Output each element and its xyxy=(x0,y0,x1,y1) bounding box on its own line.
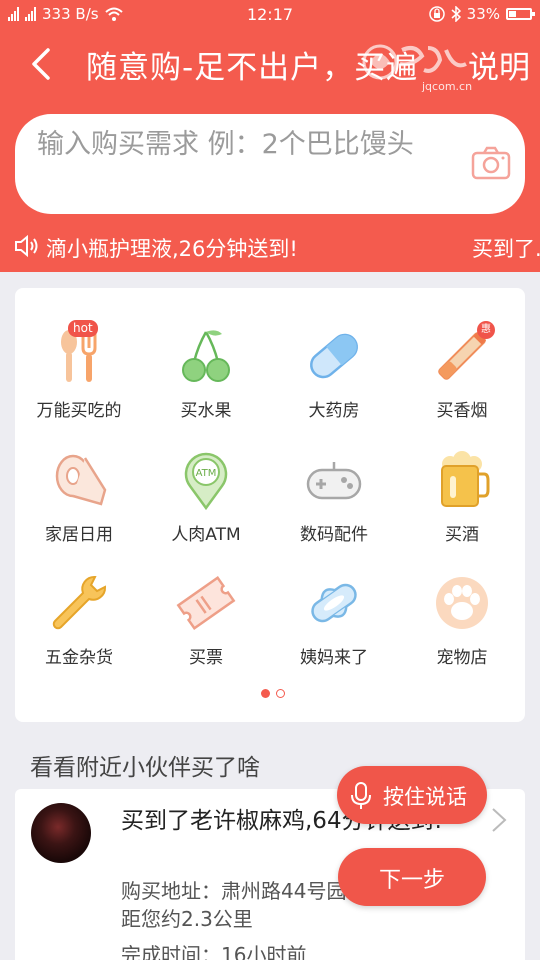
hot-badge: hot xyxy=(68,320,98,337)
order-time: 完成时间：16小时前 xyxy=(121,943,307,960)
category-pets[interactable]: 宠物店 xyxy=(398,573,526,683)
category-food[interactable]: 万能买吃的 xyxy=(15,326,143,436)
discount-badge: 惠 xyxy=(477,321,495,339)
status-right: 33% xyxy=(428,5,535,23)
status-bar: 333 B/s 12:17 33% xyxy=(0,0,540,30)
category-label: 买票 xyxy=(189,648,223,668)
category-digital[interactable]: 数码配件 xyxy=(270,450,398,560)
camera-icon[interactable] xyxy=(471,146,511,180)
category-label: 大药房 xyxy=(308,401,360,421)
page-dot-active[interactable] xyxy=(261,689,270,698)
battery-icon xyxy=(506,8,535,20)
search-placeholder: 输入购买需求 例：2个巴比馒头 xyxy=(37,129,414,160)
category-label: 家居日用 xyxy=(45,525,113,545)
svg-text:ATM: ATM xyxy=(196,468,217,479)
speaker-icon xyxy=(15,234,38,258)
ticket-icon xyxy=(176,576,236,630)
sanitary-pad-icon xyxy=(311,583,357,623)
category-feminine[interactable]: 姨妈来了 xyxy=(270,573,398,683)
category-label: 买酒 xyxy=(445,525,479,545)
watermark-text: jqcom.cn xyxy=(421,80,472,93)
pill-icon xyxy=(310,333,358,379)
search-input[interactable]: 输入购买需求 例：2个巴比馒头 xyxy=(15,114,525,214)
category-label: 姨妈来了 xyxy=(300,648,368,668)
microphone-icon xyxy=(351,782,371,809)
next-step-label: 下一步 xyxy=(378,868,445,893)
notice-message: 滴小瓶护理液,26分钟送到! xyxy=(46,237,298,261)
category-label: 人肉ATM xyxy=(171,525,241,545)
category-label: 数码配件 xyxy=(300,525,368,545)
lock-rotation-icon xyxy=(428,6,445,22)
category-label: 万能买吃的 xyxy=(36,401,122,421)
notice-message-next: 买到了... xyxy=(472,237,540,261)
category-alcohol[interactable]: 买酒 xyxy=(398,450,526,560)
beer-mug-icon xyxy=(441,451,490,507)
atm-pin-icon: ATM xyxy=(184,452,228,510)
wrench-icon xyxy=(52,576,106,630)
back-arrow-icon[interactable] xyxy=(24,44,64,84)
category-label: 买水果 xyxy=(180,401,232,421)
category-atm[interactable]: ATM 人肉ATM xyxy=(142,450,270,560)
category-tickets[interactable]: 买票 xyxy=(142,573,270,683)
section-title: 看看附近小伙伴买了啥 xyxy=(30,755,260,781)
gamepad-icon xyxy=(306,462,362,500)
battery-percent: 33% xyxy=(466,5,500,23)
category-label: 宠物店 xyxy=(436,648,488,668)
avatar[interactable] xyxy=(31,803,91,863)
paw-icon xyxy=(436,577,488,629)
category-hardware[interactable]: 五金杂货 xyxy=(15,573,143,683)
site-watermark-logo: jqcom.cn xyxy=(362,44,472,93)
order-notice-ticker[interactable]: 滴小瓶护理液,26分钟送到! 买到了... xyxy=(0,226,540,266)
category-pharmacy[interactable]: 大药房 xyxy=(270,326,398,436)
category-label: 买香烟 xyxy=(436,401,488,421)
hold-to-talk-label: 按住说话 xyxy=(383,785,467,809)
bluetooth-icon xyxy=(451,6,461,22)
next-step-button[interactable]: 下一步 xyxy=(338,848,486,906)
category-label: 五金杂货 xyxy=(45,648,113,668)
category-household[interactable]: 家居日用 xyxy=(15,450,143,560)
category-fruit[interactable]: 买水果 xyxy=(142,326,270,436)
tissue-roll-icon xyxy=(55,454,107,506)
header: 333 B/s 12:17 33% 随意购-足不出户，买遍 说明 jqcom.c… xyxy=(0,0,540,272)
page-indicator[interactable] xyxy=(261,689,285,698)
chevron-right-icon[interactable] xyxy=(491,807,507,833)
cherry-icon xyxy=(182,330,230,382)
category-cigarettes[interactable]: 买香烟 xyxy=(398,326,526,436)
hold-to-talk-button[interactable]: 按住说话 xyxy=(337,766,487,824)
category-grid: 万能买吃的 hot 买水果 大药房 买香烟 惠 家居日用 ATM 人肉ATM 数… xyxy=(15,288,525,722)
page-dot[interactable] xyxy=(276,689,285,698)
